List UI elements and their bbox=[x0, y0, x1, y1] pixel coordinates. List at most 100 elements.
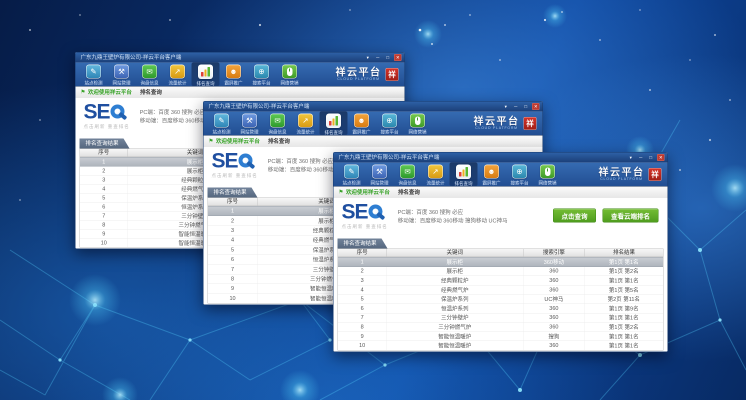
maximize-button[interactable]: □ bbox=[647, 154, 655, 161]
table-row[interactable]: 10智能恒温暖炉360第1页 第1名 bbox=[338, 341, 663, 350]
window-controls: ▾ ─ □ ✕ bbox=[627, 154, 665, 161]
seo-logo: SE 点击刷新 重查排名 bbox=[84, 102, 130, 139]
query-button[interactable]: 点击查询 bbox=[553, 209, 596, 223]
table-row[interactable]: 9智能恒温暖炉搜狗第1页 第1名 bbox=[338, 332, 663, 341]
cell-engine: 360 bbox=[523, 285, 585, 294]
table-row[interactable]: 7三分钟壁炉360第1页 第1名 bbox=[338, 313, 663, 322]
table-row[interactable]: 2展示柜360第1页 第2名 bbox=[338, 267, 663, 276]
table-row[interactable]: 8三分钟燃气炉360第1页 第2名 bbox=[338, 323, 663, 332]
toolbar-item-traffic-stats[interactable]: ↗流量统计 bbox=[164, 63, 192, 87]
toolbar-item-site-manage[interactable]: ⚒网站管理 bbox=[366, 163, 394, 187]
cell-no: 7 bbox=[208, 265, 258, 274]
cell-engine: 360 bbox=[523, 341, 585, 350]
cell-no: 2 bbox=[338, 267, 387, 276]
toolbar-item-promotion-users[interactable]: ☻霸屏推广 bbox=[348, 112, 376, 136]
cell-keyword: 经典颗粒炉 bbox=[387, 276, 524, 285]
toolbar-item-traffic-stats[interactable]: ↗流量统计 bbox=[422, 163, 450, 187]
site-monitor-icon: ✎ bbox=[86, 65, 101, 79]
toolbar-item-inquiry-message[interactable]: ✉询盘信息 bbox=[136, 63, 164, 87]
action-buttons: 点击查询 查看云端排名 bbox=[553, 209, 659, 223]
close-button[interactable]: ✕ bbox=[394, 54, 402, 61]
maximize-button[interactable]: □ bbox=[522, 103, 530, 110]
toolbar-item-site-manage[interactable]: ⚒网站管理 bbox=[108, 63, 136, 87]
toolbar-item-label: 网络营销 bbox=[408, 129, 426, 136]
toolbar-item-label: 流量统计 bbox=[296, 129, 314, 136]
cell-no: 4 bbox=[208, 236, 258, 245]
search-platform-icon: ⊕ bbox=[512, 165, 527, 179]
brand-text: 祥云平台 CLOUD PLATFORM bbox=[336, 68, 382, 82]
minimize-button[interactable]: ─ bbox=[637, 154, 645, 161]
cell-no: 2 bbox=[208, 216, 258, 225]
results-table: 序号 关键词 搜索引擎 排名结果 1展示柜360移动第1页 第1名2展示柜360… bbox=[338, 249, 664, 351]
cell-keyword: 恒温炉系列 bbox=[387, 304, 524, 313]
cell-no: 1 bbox=[208, 207, 258, 216]
results-tab[interactable]: 排名查询结果 bbox=[338, 239, 388, 249]
cell-no: 9 bbox=[338, 332, 387, 341]
table-row[interactable]: 6恒温炉系列360第1页 第9名 bbox=[338, 304, 663, 313]
window-title: 广东九鼎王壁炉有限公司-祥云平台客户端 bbox=[76, 53, 405, 63]
toolbar-item-rank-query[interactable]: 排名查询 bbox=[450, 163, 478, 187]
toolbar-items: ✎站点检测⚒网站管理✉询盘信息↗流量统计排名查询☻霸屏推广⊕搜索平台网络营销 bbox=[80, 63, 304, 87]
toolbar-item-site-monitor[interactable]: ✎站点检测 bbox=[208, 112, 236, 136]
toolbar-item-traffic-stats[interactable]: ↗流量统计 bbox=[292, 112, 320, 136]
skin-menu-button[interactable]: ▾ bbox=[364, 54, 372, 61]
section-title: 排名查询 bbox=[398, 188, 420, 196]
magnifier-icon bbox=[111, 105, 125, 119]
results-tab[interactable]: 排名查询结果 bbox=[80, 139, 130, 149]
cell-no: 1 bbox=[80, 158, 128, 167]
section-title: 排名查询 bbox=[268, 137, 290, 145]
window-titlebar[interactable]: 广东九鼎王壁炉有限公司-祥云平台客户端 ▾ ─ □ ✕ bbox=[334, 153, 668, 163]
table-row[interactable]: 5保温炉系列UC神马第2页 第11名 bbox=[338, 295, 663, 304]
toolbar-item-rank-query[interactable]: 排名查询 bbox=[320, 112, 348, 136]
cell-no: 8 bbox=[208, 274, 258, 283]
toolbar-item-site-monitor[interactable]: ✎站点检测 bbox=[80, 63, 108, 87]
table-row[interactable]: 1展示柜360移动第1页 第1名 bbox=[338, 257, 663, 267]
toolbar-item-inquiry-message[interactable]: ✉询盘信息 bbox=[264, 112, 292, 136]
seo-tagline: 点击刷新 重查排名 bbox=[212, 172, 258, 179]
toolbar-item-search-platform[interactable]: ⊕搜索平台 bbox=[248, 63, 276, 87]
minimize-button[interactable]: ─ bbox=[512, 103, 520, 110]
toolbar-item-label: 流量统计 bbox=[426, 180, 444, 187]
minimize-button[interactable]: ─ bbox=[374, 54, 382, 61]
results-tab-row: 排名查询结果 bbox=[338, 239, 664, 249]
main-toolbar: ✎站点检测⚒网站管理✉询盘信息↗流量统计排名查询☻霸屏推广⊕搜索平台网络营销 祥… bbox=[76, 63, 405, 87]
close-button[interactable]: ✕ bbox=[532, 103, 540, 110]
skin-menu-button[interactable]: ▾ bbox=[502, 103, 510, 110]
cell-keyword: 三分钟壁炉 bbox=[387, 313, 524, 322]
toolbar-item-promotion-users[interactable]: ☻霸屏推广 bbox=[220, 63, 248, 87]
section-title: 排名查询 bbox=[140, 88, 162, 96]
close-button[interactable]: ✕ bbox=[657, 154, 665, 161]
toolbar-item-inquiry-message[interactable]: ✉询盘信息 bbox=[394, 163, 422, 187]
seo-tagline: 点击刷新 重查排名 bbox=[84, 123, 130, 130]
view-cloud-rank-button[interactable]: 查看云端排名 bbox=[602, 209, 658, 223]
toolbar-item-site-monitor[interactable]: ✎站点检测 bbox=[338, 163, 366, 187]
toolbar-item-network-mouse[interactable]: 网络营销 bbox=[404, 112, 432, 136]
skin-menu-button[interactable]: ▾ bbox=[627, 154, 635, 161]
cell-no: 7 bbox=[80, 212, 128, 221]
network-mouse-icon bbox=[282, 65, 297, 79]
toolbar-item-network-mouse[interactable]: 网络营销 bbox=[534, 163, 562, 187]
toolbar-item-search-platform[interactable]: ⊕搜索平台 bbox=[506, 163, 534, 187]
rank-query-icon bbox=[456, 165, 471, 180]
cell-keyword: 展示柜 bbox=[387, 267, 524, 276]
toolbar-item-site-manage[interactable]: ⚒网站管理 bbox=[236, 112, 264, 136]
table-row[interactable]: 3经典颗粒炉360第1页 第1名 bbox=[338, 276, 663, 285]
toolbar-item-label: 网站管理 bbox=[240, 129, 258, 136]
table-row[interactable]: 4经典燃气炉360第1页 第5名 bbox=[338, 285, 663, 294]
window-titlebar[interactable]: 广东九鼎王壁炉有限公司-祥云平台客户端 ▾ ─ □ ✕ bbox=[204, 102, 543, 112]
header-engine: 搜索引擎 bbox=[523, 249, 585, 257]
cell-no: 6 bbox=[80, 203, 128, 212]
maximize-button[interactable]: □ bbox=[384, 54, 392, 61]
brand-logo: 祥云平台 CLOUD PLATFORM 祥 bbox=[599, 163, 664, 187]
toolbar-item-rank-query[interactable]: 排名查询 bbox=[192, 63, 220, 87]
toolbar-item-promotion-users[interactable]: ☻霸屏推广 bbox=[478, 163, 506, 187]
cell-result: 第1页 第1名 bbox=[585, 341, 663, 350]
results-tab[interactable]: 排名查询结果 bbox=[208, 188, 258, 198]
cell-no: 3 bbox=[80, 176, 128, 185]
toolbar-item-network-mouse[interactable]: 网络营销 bbox=[276, 63, 304, 87]
window-titlebar[interactable]: 广东九鼎王壁炉有限公司-祥云平台客户端 ▾ ─ □ ✕ bbox=[76, 53, 405, 63]
network-mouse-icon bbox=[410, 114, 425, 128]
toolbar-item-search-platform[interactable]: ⊕搜索平台 bbox=[376, 112, 404, 136]
promotion-users-icon: ☻ bbox=[354, 114, 369, 128]
cell-no: 4 bbox=[80, 185, 128, 194]
